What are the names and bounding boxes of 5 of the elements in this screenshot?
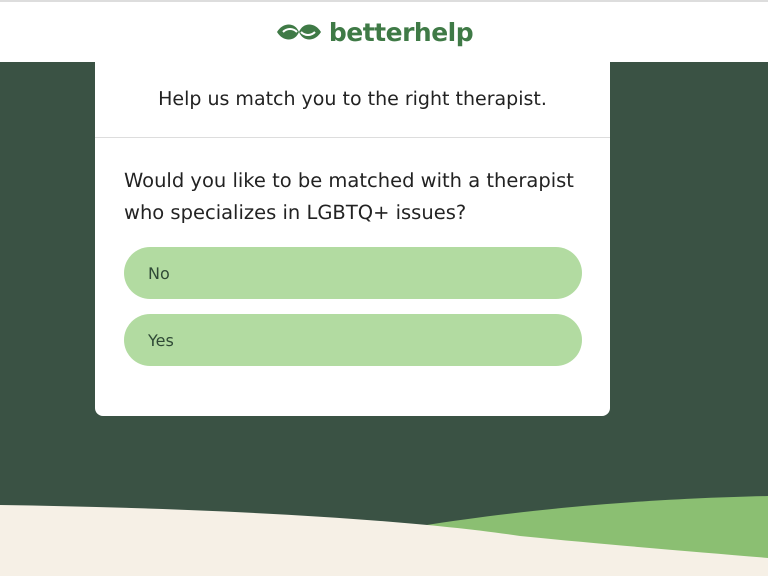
answer-option-button[interactable]: Yes [124,314,582,366]
logo-text[interactable]: betterhelp [328,18,474,46]
question-text: Would you like to be matched with a therapist who specializes in LGBTQ+ issues? [123,168,575,226]
card-title: Help us match you to the right therapist. [95,62,610,138]
answer-option-button[interactable]: No [124,247,582,299]
